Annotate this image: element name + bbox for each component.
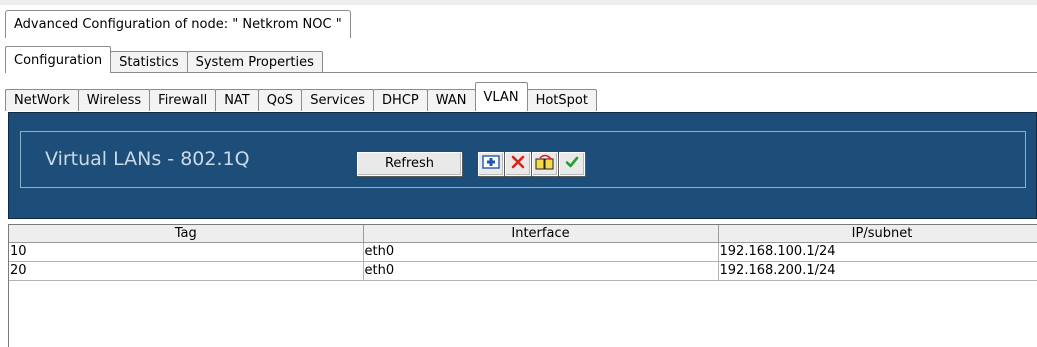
tab-network-label: NetWork [14, 93, 70, 108]
panel-title: Virtual LANs - 802.1Q [45, 148, 250, 170]
tab-qos[interactable]: QoS [257, 89, 303, 111]
tab-firewall[interactable]: Firewall [149, 89, 217, 111]
column-header-interface[interactable]: Interface [363, 225, 719, 243]
tab-vlan[interactable]: VLAN [474, 82, 528, 111]
cell-interface: eth0 [363, 261, 719, 281]
tab-network[interactable]: NetWork [5, 89, 79, 111]
copy-icon [535, 154, 555, 174]
delete-icon [511, 155, 525, 173]
cell-tag: 10 [9, 242, 364, 262]
tab-dhcp[interactable]: DHCP [373, 89, 428, 111]
tab-wireless-label: Wireless [86, 93, 142, 108]
vlan-table: Tag Interface IP/subnet 10 eth0 192.168.… [9, 225, 1037, 281]
tab-nat-label: NAT [224, 93, 250, 108]
config-tabs: NetWork Wireless Firewall NAT QoS Servic… [5, 82, 597, 111]
tab-nat[interactable]: NAT [215, 89, 259, 111]
main-tabs: Configuration Statistics System Properti… [5, 46, 323, 73]
tab-system-properties-label: System Properties [195, 55, 314, 70]
vlan-panel: Virtual LANs - 802.1Q Refresh [8, 112, 1037, 219]
window-top-strip [0, 0, 1037, 5]
tab-qos-label: QoS [266, 93, 294, 108]
tab-hotspot[interactable]: HotSpot [526, 89, 597, 111]
copy-button[interactable] [532, 152, 558, 176]
node-title-label: Advanced Configuration of node: " Netkro… [14, 17, 342, 32]
table-row[interactable]: 10 eth0 192.168.100.1/24 [9, 242, 1037, 262]
tab-system-properties[interactable]: System Properties [186, 51, 323, 73]
add-button[interactable] [478, 152, 504, 176]
tab-configuration-label: Configuration [14, 53, 103, 68]
tab-firewall-label: Firewall [158, 93, 208, 108]
cell-interface: eth0 [363, 242, 719, 262]
tab-wireless[interactable]: Wireless [77, 89, 151, 111]
tab-services-label: Services [310, 93, 366, 108]
refresh-button-label: Refresh [384, 156, 435, 171]
main-tabs-divider [5, 72, 1037, 73]
add-icon [482, 155, 500, 173]
vlan-panel-frame: Virtual LANs - 802.1Q Refresh [20, 131, 1026, 188]
vlan-table-container: Tag Interface IP/subnet 10 eth0 192.168.… [8, 224, 1037, 347]
tab-hotspot-label: HotSpot [535, 93, 588, 108]
tab-services[interactable]: Services [301, 89, 375, 111]
tab-statistics[interactable]: Statistics [110, 51, 188, 73]
apply-check-icon [565, 155, 579, 173]
column-header-ip-subnet[interactable]: IP/subnet [718, 225, 1037, 243]
cell-ip-subnet: 192.168.200.1/24 [718, 261, 1037, 281]
tab-vlan-label: VLAN [483, 90, 519, 105]
node-title-tab: Advanced Configuration of node: " Netkro… [5, 10, 351, 38]
tab-statistics-label: Statistics [119, 55, 179, 70]
tab-wan-label: WAN [435, 93, 467, 108]
table-row[interactable]: 20 eth0 192.168.200.1/24 [9, 261, 1037, 281]
tab-configuration[interactable]: Configuration [5, 46, 112, 73]
tab-wan[interactable]: WAN [426, 89, 476, 111]
cell-tag: 20 [9, 261, 364, 281]
cell-ip-subnet: 192.168.100.1/24 [718, 242, 1037, 262]
delete-button[interactable] [505, 152, 531, 176]
table-header-row: Tag Interface IP/subnet [9, 225, 1037, 243]
refresh-button[interactable]: Refresh [357, 152, 462, 176]
column-header-tag[interactable]: Tag [9, 225, 364, 243]
apply-button[interactable] [559, 152, 585, 176]
tab-dhcp-label: DHCP [382, 93, 419, 108]
